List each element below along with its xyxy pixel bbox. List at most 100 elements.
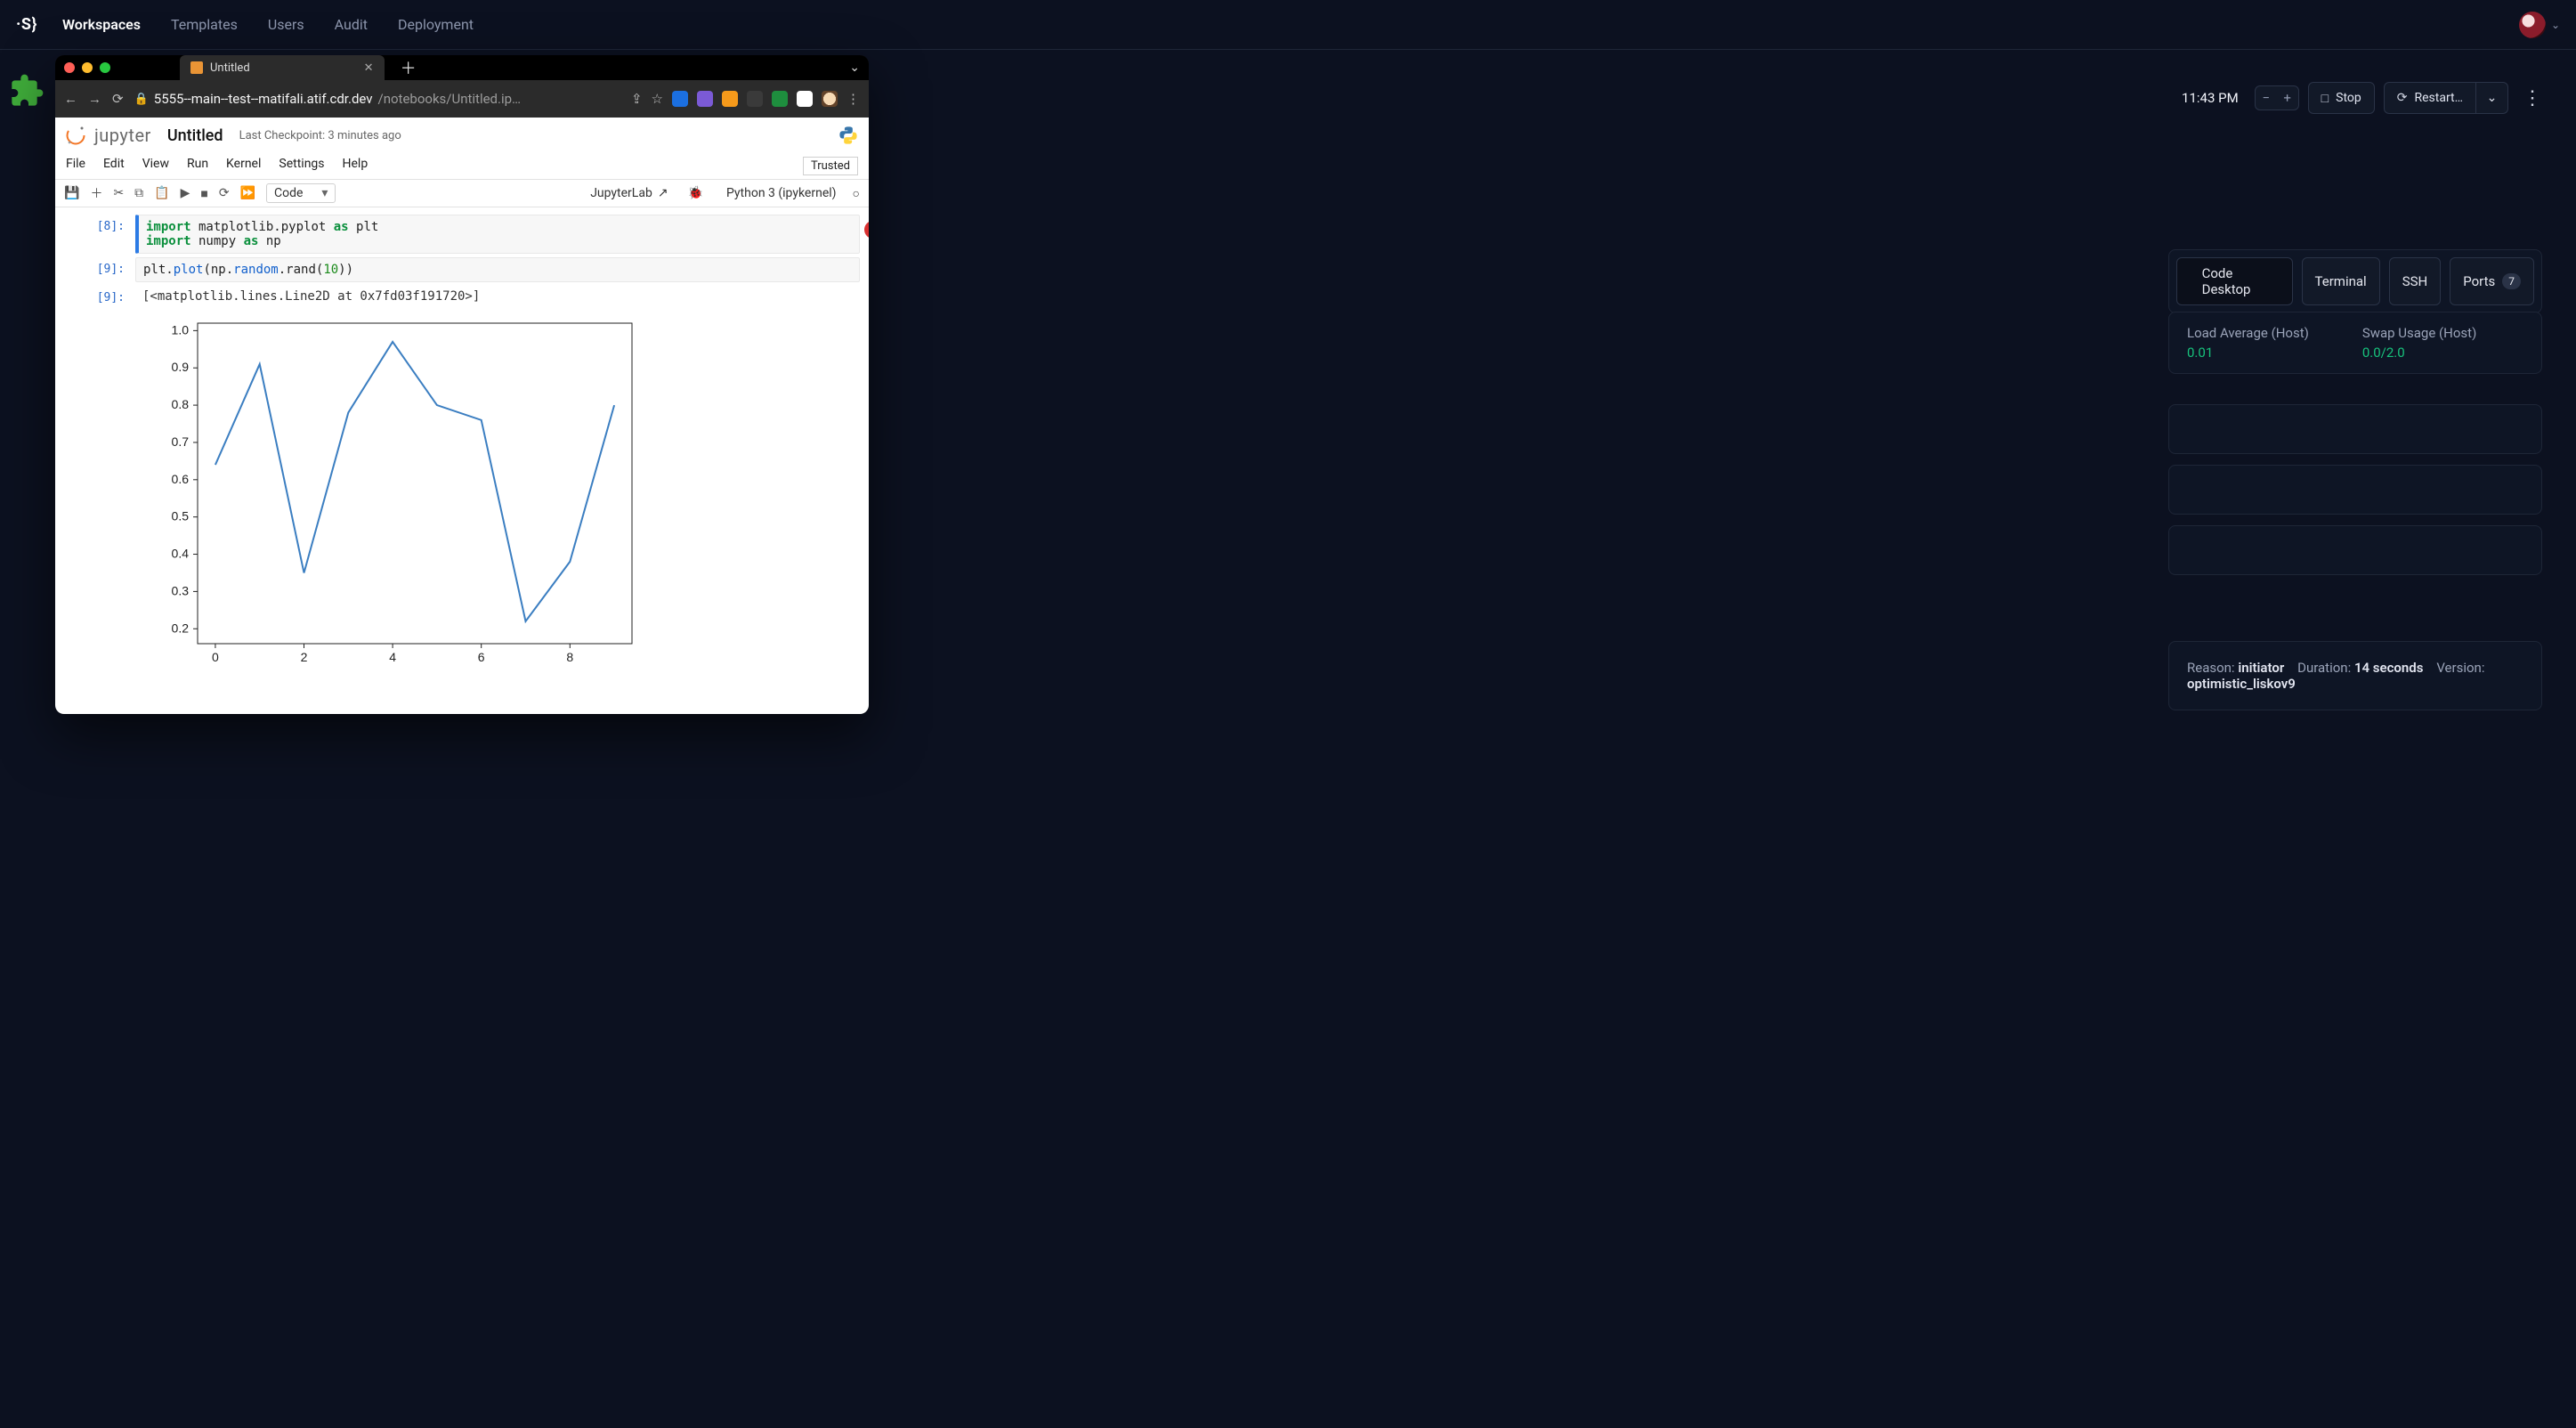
restart-button[interactable]: ⟳ Restart… xyxy=(2384,82,2476,114)
tab-overflow-button[interactable]: ⌄ xyxy=(849,61,860,75)
swap-label: Swap Usage (Host) xyxy=(2362,325,2476,341)
extension-icon[interactable] xyxy=(772,91,788,107)
nav-templates[interactable]: Templates xyxy=(171,16,238,33)
svg-text:0.2: 0.2 xyxy=(172,621,190,635)
window-close-dot[interactable] xyxy=(64,62,75,73)
profile-avatar-icon[interactable] xyxy=(822,91,838,107)
tab-favicon xyxy=(190,61,203,74)
run-icon[interactable]: ▶ xyxy=(181,186,190,200)
stepper-increment[interactable]: + xyxy=(2277,86,2298,110)
url-host: 5555--main--test--matifali.atif.cdr.dev xyxy=(154,91,373,107)
code-cell[interactable]: [8]: import matplotlib.pyplot as plt imp… xyxy=(55,213,869,256)
load-avg-value: 0.01 xyxy=(2187,345,2309,361)
output-plot-cell: 0.20.30.40.50.60.70.80.91.002468 xyxy=(55,309,869,676)
jupyter-menubar: File Edit View Run Kernel Settings Help … xyxy=(55,153,869,180)
tab-title: Untitled xyxy=(210,61,250,75)
address-bar[interactable]: 🔒 5555--main--test--matifali.atif.cdr.de… xyxy=(134,91,522,107)
user-menu-caret[interactable]: ⌄ xyxy=(2551,19,2560,31)
nav-audit[interactable]: Audit xyxy=(335,16,368,33)
extension-icon[interactable] xyxy=(672,91,688,107)
nav-back-icon[interactable]: ← xyxy=(64,91,77,107)
replica-stepper[interactable]: − + xyxy=(2255,85,2299,110)
nav-workspaces[interactable]: Workspaces xyxy=(62,16,141,33)
debugger-icon[interactable]: 🐞 xyxy=(688,186,703,200)
browser-menu-icon[interactable]: ⋮ xyxy=(847,91,860,107)
save-icon[interactable]: 💾 xyxy=(64,186,79,200)
menu-run[interactable]: Run xyxy=(187,157,208,175)
menu-view[interactable]: View xyxy=(142,157,169,175)
cut-icon[interactable]: ✂ xyxy=(113,186,124,200)
primary-nav: Workspaces Templates Users Audit Deploym… xyxy=(62,16,474,33)
open-jupyterlab-link[interactable]: JupyterLab ↗ xyxy=(590,186,668,200)
window-min-dot[interactable] xyxy=(82,62,93,73)
app-ports[interactable]: Ports 7 xyxy=(2450,257,2534,305)
menu-help[interactable]: Help xyxy=(343,157,369,175)
share-icon[interactable]: ⇪ xyxy=(631,91,643,107)
metrics-panel: Load Average (Host) 0.01 Swap Usage (Hos… xyxy=(2168,312,2542,374)
insert-cell-icon[interactable]: ＋ xyxy=(90,184,102,202)
browser-toolbar: ← → ⟳ 🔒 5555--main--test--matifali.atif.… xyxy=(55,80,869,118)
paste-icon[interactable]: 📋 xyxy=(154,186,169,200)
window-max-dot[interactable] xyxy=(100,62,110,73)
user-avatar[interactable] xyxy=(2519,12,2546,38)
stop-label: Stop xyxy=(2336,91,2361,105)
nav-deployment[interactable]: Deployment xyxy=(398,16,474,33)
nav-reload-icon[interactable]: ⟳ xyxy=(112,91,124,107)
stop-icon: □ xyxy=(2321,91,2329,106)
nav-users[interactable]: Users xyxy=(268,16,304,33)
load-avg-label: Load Average (Host) xyxy=(2187,325,2309,341)
tab-close-icon[interactable]: ✕ xyxy=(364,61,374,75)
browser-tab[interactable]: Untitled ✕ xyxy=(180,55,385,80)
restart-kernel-icon[interactable]: ⟳ xyxy=(219,186,230,200)
jupyter-header: jupyter Untitled Last Checkpoint: 3 minu… xyxy=(55,118,869,153)
menu-settings[interactable]: Settings xyxy=(279,157,324,175)
menu-file[interactable]: File xyxy=(66,157,85,175)
star-icon[interactable]: ☆ xyxy=(652,91,663,107)
stepper-decrement[interactable]: − xyxy=(2256,86,2277,110)
app-code-desktop[interactable]: Code Desktop xyxy=(2176,257,2293,305)
build-version: optimistic_liskov9 xyxy=(2187,676,2296,692)
nav-forward-icon[interactable]: → xyxy=(88,91,101,107)
copy-icon[interactable]: ⧉ xyxy=(134,186,143,200)
svg-text:6: 6 xyxy=(478,650,485,664)
browser-tab-strip: Untitled ✕ ＋ ⌄ xyxy=(55,55,869,80)
code-editor[interactable]: plt.plot(np.random.rand(10)) xyxy=(135,257,860,282)
trusted-indicator[interactable]: Trusted xyxy=(803,157,858,175)
menu-kernel[interactable]: Kernel xyxy=(226,157,261,175)
stop-button[interactable]: □ Stop xyxy=(2308,82,2375,114)
extension-icon[interactable] xyxy=(722,91,738,107)
more-actions-button[interactable]: ⋮ xyxy=(2523,87,2542,110)
menu-edit[interactable]: Edit xyxy=(103,157,125,175)
cell-type-select[interactable]: Code xyxy=(266,183,336,203)
run-all-icon[interactable]: ⏩ xyxy=(240,186,255,200)
collapsed-panel-3[interactable] xyxy=(2168,525,2542,575)
app-ssh[interactable]: SSH xyxy=(2389,257,2442,305)
stop-kernel-icon[interactable]: ■ xyxy=(200,186,207,201)
build-info-panel: Reason: initiator Duration: 14 seconds V… xyxy=(2168,641,2542,710)
build-duration: 14 seconds xyxy=(2354,660,2424,676)
extension-icon[interactable] xyxy=(697,91,713,107)
restart-label: Restart… xyxy=(2414,91,2463,105)
checkpoint-text: Last Checkpoint: 3 minutes ago xyxy=(239,129,401,142)
jupyter-toolbar: 💾 ＋ ✂ ⧉ 📋 ▶ ■ ⟳ ⏩ Code JupyterLab ↗ 🐞 Py… xyxy=(55,180,869,207)
notebook-title[interactable]: Untitled xyxy=(167,126,223,145)
new-tab-button[interactable]: ＋ xyxy=(401,56,417,79)
svg-text:4: 4 xyxy=(389,650,396,664)
restart-menu-button[interactable]: ⌄ xyxy=(2476,82,2508,114)
external-link-icon: ↗ xyxy=(658,186,668,200)
svg-text:0.4: 0.4 xyxy=(172,547,190,561)
kernel-name[interactable]: Python 3 (ipykernel) xyxy=(726,186,837,200)
code-editor[interactable]: import matplotlib.pyplot as plt import n… xyxy=(135,215,860,254)
extension-icon[interactable] xyxy=(797,91,813,107)
swap-value: 0.0/2.0 xyxy=(2362,345,2476,361)
code-cell[interactable]: [9]: plt.plot(np.random.rand(10)) xyxy=(55,256,869,284)
browser-window: Untitled ✕ ＋ ⌄ ← → ⟳ 🔒 5555--main--test-… xyxy=(55,55,869,714)
collapsed-panel-1[interactable] xyxy=(2168,404,2542,454)
extension-puzzle-icon[interactable] xyxy=(747,91,763,107)
app-logo: ·S} xyxy=(16,15,37,34)
output-prompt: [9]: xyxy=(55,286,135,307)
app-terminal[interactable]: Terminal xyxy=(2302,257,2380,305)
collapsed-panel-2[interactable] xyxy=(2168,465,2542,515)
kernel-status-icon: ○ xyxy=(853,186,860,201)
url-path: /notebooks/Untitled.ip… xyxy=(378,91,522,107)
